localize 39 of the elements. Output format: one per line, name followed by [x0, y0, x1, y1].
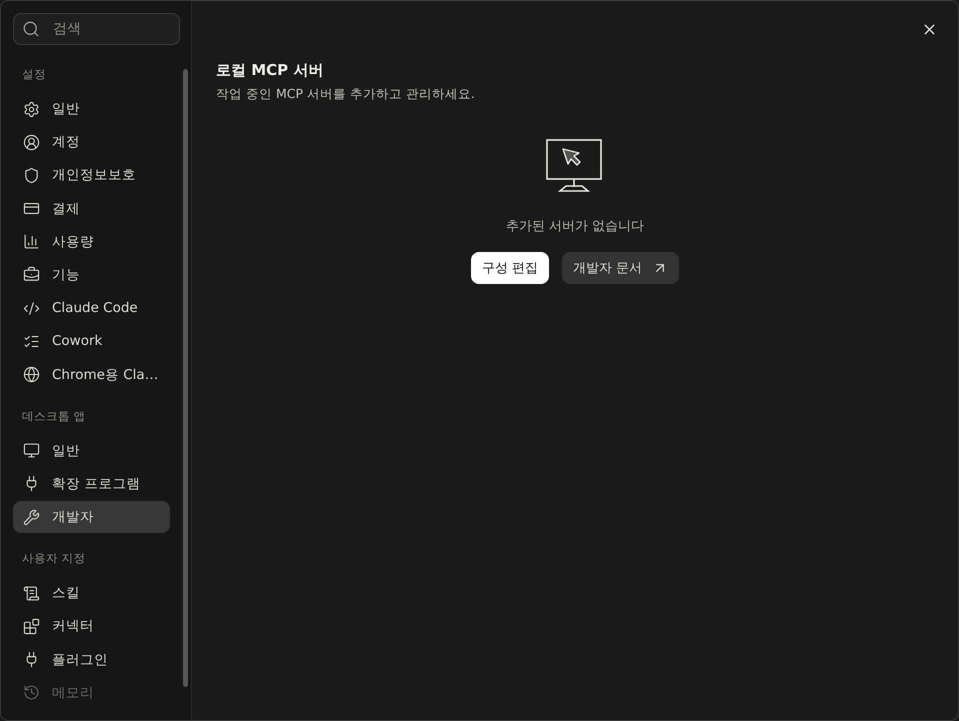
- monitor-cursor-icon: [546, 139, 604, 193]
- sidebar-item[interactable]: Chrome용 Cla…: [13, 358, 170, 390]
- bar-chart-icon: [23, 233, 40, 250]
- user-icon: [23, 134, 40, 151]
- sidebar-item[interactable]: Claude Code: [13, 292, 170, 324]
- briefcase-icon: [23, 266, 40, 284]
- code-icon: [23, 300, 40, 317]
- search-field[interactable]: 검색: [13, 13, 180, 45]
- scroll-icon: [23, 584, 40, 602]
- blocks-icon: [23, 618, 40, 635]
- sidebar-item[interactable]: 확장 프로그램: [13, 468, 170, 500]
- sidebar-item[interactable]: Cowork: [13, 325, 170, 358]
- section-label: 설정: [21, 66, 47, 83]
- search-icon: [22, 20, 40, 38]
- sidebar-item[interactable]: 스킬: [13, 577, 170, 610]
- sidebar-item[interactable]: 플러그인: [13, 644, 170, 676]
- sidebar-item[interactable]: 일반: [13, 434, 170, 467]
- section-label: 사용자 지정: [21, 550, 87, 568]
- monitor-icon: [23, 442, 40, 460]
- section-label: 데스크톱 앱: [21, 408, 87, 425]
- sidebar-item[interactable]: 기능: [13, 258, 170, 291]
- history-icon: [23, 684, 40, 702]
- sidebar-item[interactable]: 개발자: [13, 501, 170, 534]
- sidebar-item[interactable]: 계정: [13, 126, 170, 158]
- section-title: 로컬 MCP 서버: [216, 61, 324, 80]
- sidebar-item[interactable]: 커넥터: [13, 610, 170, 642]
- sidebar-item[interactable]: 사용량: [13, 226, 170, 258]
- sidebar-item[interactable]: 일반: [13, 93, 170, 125]
- docs-link-button[interactable]: 개발자 문서: [562, 252, 680, 284]
- sidebar-item[interactable]: 결제: [13, 192, 170, 225]
- wrench-icon: [23, 508, 40, 526]
- sidebar-item[interactable]: 개인정보보호: [13, 159, 170, 192]
- settings-icon: [23, 100, 40, 118]
- edit-config-button[interactable]: 구성 편집: [470, 252, 549, 284]
- shield-icon: [23, 166, 40, 184]
- empty-message: 추가된 서버가 없습니다: [506, 218, 644, 235]
- scrollbar[interactable]: [183, 69, 188, 687]
- section-description: 작업 중인 MCP 서버를 추가하고 관리하세요.: [216, 86, 476, 103]
- globe-icon: [23, 366, 40, 383]
